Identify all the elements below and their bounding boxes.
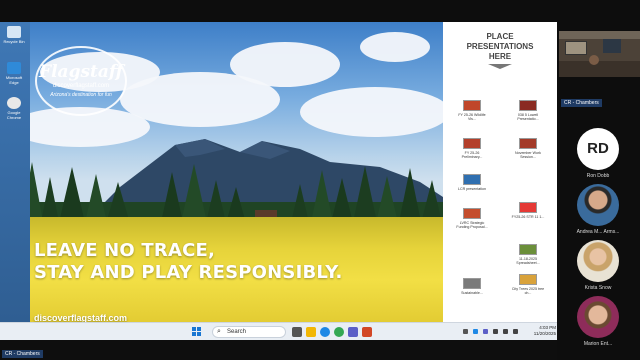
file-thumbnail-icon bbox=[463, 174, 481, 185]
desktop-icon-strip: Recycle Bin Microsoft Edge Google Chrome bbox=[0, 22, 30, 322]
presentation-file[interactable]: FY 25-26 Wildlife Vis... bbox=[455, 100, 489, 122]
file-thumbnail-icon bbox=[463, 138, 481, 149]
avatar bbox=[577, 240, 619, 282]
file-thumbnail-icon bbox=[463, 278, 481, 289]
task-view-icon[interactable] bbox=[292, 327, 302, 337]
file-thumbnail-icon bbox=[519, 202, 537, 213]
presentations-panel: PLACE PRESENTATIONS HERE FY 25-26 Wildli… bbox=[443, 22, 557, 322]
tray-chevron-icon[interactable] bbox=[463, 329, 468, 334]
taskbar-search-input[interactable]: ⌕ Search bbox=[212, 326, 286, 338]
participant-tile[interactable]: Krista Snow bbox=[573, 240, 623, 291]
file-name: 038 5 Lowell Presentatio... bbox=[517, 113, 539, 122]
participant-tile[interactable]: Marion Ent... bbox=[573, 296, 623, 347]
wifi-icon[interactable] bbox=[503, 329, 508, 334]
file-name: LVRC Strategic Funding Proposal... bbox=[456, 221, 488, 230]
edge-desktop-icon[interactable]: Microsoft Edge bbox=[3, 62, 25, 85]
file-name: FY 25-26 Preliminary... bbox=[461, 151, 483, 160]
file-thumbnail-icon bbox=[519, 244, 537, 255]
tray-app-icon[interactable] bbox=[483, 329, 488, 334]
presentation-file[interactable]: LCR presentation bbox=[455, 174, 489, 191]
file-name: 11-18-2025 Spreadsheet... bbox=[516, 257, 540, 266]
flagstaff-logo: Flagstaff discoverflagstaff.com Arizona'… bbox=[35, 46, 127, 116]
participant-name: Marion Ent... bbox=[583, 341, 613, 347]
file-name: November Work Session... bbox=[515, 151, 541, 160]
shared-screen: Flagstaff discoverflagstaff.com Arizona'… bbox=[0, 22, 557, 340]
presentation-file[interactable]: Sustainable... bbox=[455, 278, 489, 295]
slide-headline: LEAVE NO TRACE, STAY AND PLAY RESPONSIBL… bbox=[34, 240, 343, 283]
file-name: FY25-26 STR 11 1... bbox=[511, 215, 545, 219]
participant-name: Krista Snow bbox=[584, 285, 612, 291]
participant-tile[interactable]: RD Ron Dobb bbox=[573, 128, 623, 179]
participant-name: Ron Dobb bbox=[586, 173, 610, 179]
file-thumbnail-icon bbox=[519, 274, 537, 285]
file-name: FY 25-26 Wildlife Vis... bbox=[458, 113, 486, 122]
room-camera-video bbox=[559, 31, 640, 77]
presentation-file[interactable]: LVRC Strategic Funding Proposal... bbox=[455, 208, 489, 230]
taskbar-clock[interactable]: 4:03 PM 11/20/2025 bbox=[530, 325, 556, 337]
chrome-icon[interactable] bbox=[334, 327, 344, 337]
presentation-file[interactable]: FY 25-26 Preliminary... bbox=[455, 138, 489, 160]
search-icon: ⌕ bbox=[217, 328, 221, 335]
participant-tile[interactable]: Andrea M... Arms... bbox=[573, 184, 623, 235]
file-name: Sustainable... bbox=[461, 291, 483, 295]
presentation-file[interactable]: City Trees 2025 tree ch... bbox=[511, 274, 545, 296]
presentation-file[interactable]: 038 5 Lowell Presentatio... bbox=[511, 100, 545, 122]
file-name: City Trees 2025 tree ch... bbox=[511, 287, 545, 296]
windows-taskbar: ⌕ Search 4:03 PM 11/20/2025 bbox=[0, 322, 557, 340]
teams-icon[interactable] bbox=[348, 327, 358, 337]
camera-name-tag: CR - Chambers bbox=[561, 99, 602, 107]
participant-name: Andrea M... Arms... bbox=[576, 229, 620, 235]
down-arrow-icon bbox=[488, 64, 512, 69]
recycle-bin-icon[interactable]: Recycle Bin bbox=[3, 26, 25, 44]
file-thumbnail-icon bbox=[519, 100, 537, 111]
file-explorer-icon[interactable] bbox=[306, 327, 316, 337]
chrome-desktop-icon[interactable]: Google Chrome bbox=[3, 97, 25, 120]
file-thumbnail-icon bbox=[463, 208, 481, 219]
place-presentations-heading: PLACE PRESENTATIONS HERE bbox=[466, 32, 534, 61]
powerpoint-icon[interactable] bbox=[362, 327, 372, 337]
slide-image: Flagstaff discoverflagstaff.com Arizona'… bbox=[0, 22, 443, 322]
avatar bbox=[577, 184, 619, 226]
share-name-tag: CR - Chambers bbox=[2, 350, 43, 358]
file-thumbnail-icon bbox=[463, 100, 481, 111]
avatar bbox=[577, 296, 619, 338]
presentation-file[interactable]: 11-18-2025 Spreadsheet... bbox=[511, 244, 545, 266]
meeting-window: Flagstaff discoverflagstaff.com Arizona'… bbox=[0, 0, 640, 360]
windows-start-icon[interactable] bbox=[192, 327, 202, 337]
slide-url: discoverflagstaff.com bbox=[34, 313, 128, 322]
presentation-file[interactable]: FY25-26 STR 11 1... bbox=[511, 202, 545, 219]
tray-app-icon[interactable] bbox=[493, 329, 498, 334]
tray-app-icon[interactable] bbox=[473, 329, 478, 334]
file-name: LCR presentation bbox=[458, 187, 486, 191]
file-thumbnail-icon bbox=[519, 138, 537, 149]
avatar: RD bbox=[577, 128, 619, 170]
edge-icon[interactable] bbox=[320, 327, 330, 337]
presentation-file[interactable]: November Work Session... bbox=[511, 138, 545, 160]
share-label-bar: CR - Chambers bbox=[0, 340, 557, 360]
volume-icon[interactable] bbox=[513, 329, 518, 334]
